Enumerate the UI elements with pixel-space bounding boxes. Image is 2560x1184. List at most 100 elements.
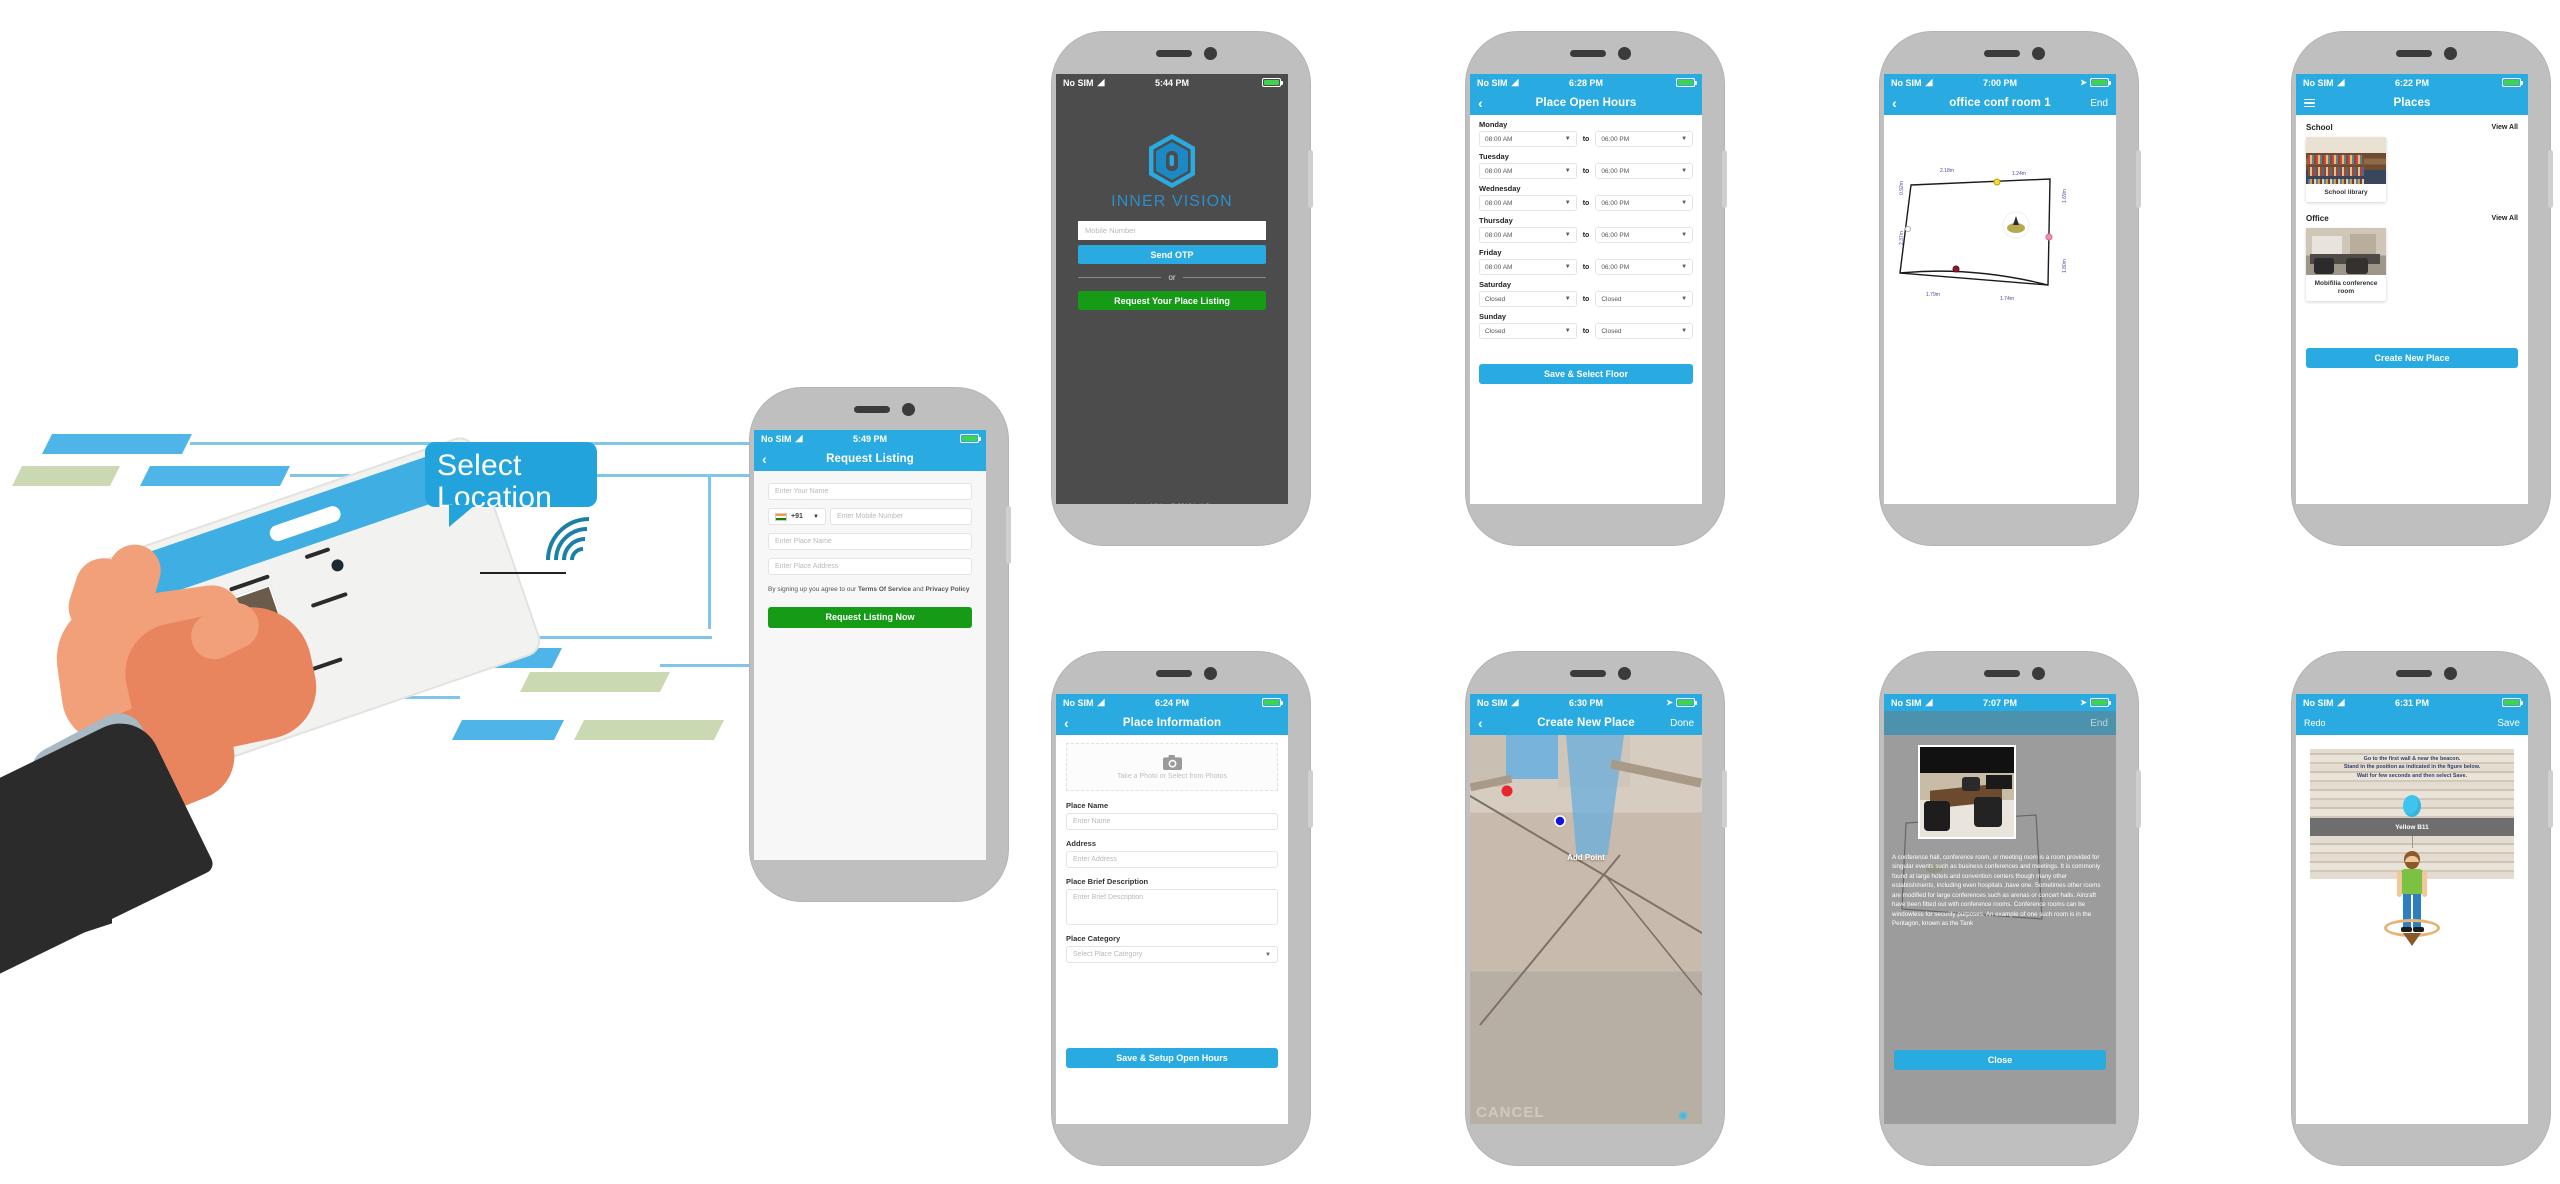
place-card[interactable]: Mobifilia conference room (2306, 228, 2386, 302)
navigation-bar: ‹ Request Listing (754, 447, 986, 471)
open-time-select[interactable]: 08:00 AM ▼ (1479, 259, 1577, 275)
to-label: to (1582, 199, 1590, 207)
phone-request-listing: No SIM ◢ 5:49 PM ‹ Request Listing Enter … (750, 388, 1011, 901)
chevron-down-icon: ▼ (1564, 296, 1571, 302)
place-card-caption: School library (2324, 189, 2368, 196)
back-icon[interactable]: ‹ (1064, 716, 1069, 730)
close-time-value: 06:00 PM (1601, 263, 1630, 271)
open-hours-row: Saturday Closed ▼ to Closed ▼ (1479, 280, 1694, 307)
close-time-select[interactable]: 06:00 PM ▼ (1595, 195, 1694, 211)
country-code-select[interactable]: +91 ▼ (768, 508, 826, 525)
place-card[interactable]: School library (2306, 137, 2386, 203)
camera-icon (1162, 754, 1182, 770)
address-placeholder: Enter Address (1073, 856, 1117, 863)
address-input[interactable]: Enter Address (1066, 851, 1278, 868)
place-name-placeholder: Enter Name (1073, 818, 1111, 825)
close-time-select[interactable]: Closed ▼ (1595, 323, 1694, 339)
cancel-watermark: CANCEL (1476, 1104, 1545, 1121)
save-setup-open-hours-button[interactable]: Save & Setup Open Hours (1066, 1048, 1278, 1068)
battery-icon (2090, 78, 2111, 87)
day-label: Thursday (1479, 216, 1513, 225)
beacon-icon (2403, 795, 2421, 817)
close-button[interactable]: Close (1894, 1050, 2106, 1070)
request-listing-button[interactable]: Request Listing Now (768, 606, 972, 628)
ar-camera-view[interactable]: Add Point CANCEL ✺ (1470, 735, 1702, 1124)
dimension-label: 1.74m (2000, 296, 2014, 302)
dimension-label: 2.18m (1940, 168, 1954, 174)
back-icon[interactable]: ‹ (1892, 96, 1897, 110)
open-time-select[interactable]: Closed ▼ (1479, 291, 1577, 307)
place-name-field[interactable]: Enter Place Name (768, 533, 972, 550)
navigation-bar: Places (2296, 91, 2528, 115)
close-time-select[interactable]: Closed ▼ (1595, 291, 1694, 307)
office-desk-photo (2306, 228, 2386, 276)
save-select-floor-button[interactable]: Save & Select Floor (1479, 364, 1693, 384)
open-time-select[interactable]: 08:00 AM ▼ (1479, 195, 1577, 211)
hexagon-logo-icon (1147, 133, 1197, 189)
section-title: Office (2306, 214, 2329, 224)
to-label: to (1582, 327, 1590, 335)
open-hours-row: Sunday Closed ▼ to Closed ▼ (1479, 312, 1694, 339)
dimension-label: 2.37m (1899, 231, 1905, 245)
canvas: Select Location No SIM ◢ 5:49 PM ‹ Reques… (0, 0, 2560, 1184)
category-select[interactable]: Select Place Category ▼ (1066, 946, 1278, 963)
location-icon: ➤ (2080, 698, 2087, 707)
terms-link[interactable]: Terms Of Service (858, 586, 911, 593)
view-all-link[interactable]: View All (2492, 124, 2518, 131)
close-time-select[interactable]: 06:00 PM ▼ (1595, 227, 1694, 243)
to-label: to (1582, 263, 1590, 271)
status-time: 6:22 PM (2394, 77, 2429, 88)
back-icon[interactable]: ‹ (762, 452, 767, 466)
navigation-bar: ‹ Create New Place Done (1470, 711, 1702, 735)
add-point-label[interactable]: Add Point (1470, 853, 1702, 862)
beacon-instruction-2: Stand in the position as indicated in th… (2343, 764, 2481, 771)
status-bar: No SIM ◢ 6:22 PM (2296, 74, 2528, 91)
photo-picker[interactable]: Take a Photo or Select from Photos (1066, 743, 1278, 791)
description-textarea[interactable]: Enter Brief Description (1066, 889, 1278, 925)
open-time-select[interactable]: 08:00 AM ▼ (1479, 163, 1577, 179)
open-time-value: Closed (1485, 327, 1506, 335)
mobile-field[interactable]: Enter Mobile Number (830, 508, 972, 525)
save-button[interactable]: Save (2497, 718, 2520, 729)
open-time-select[interactable]: 08:00 AM ▼ (1479, 227, 1577, 243)
page-title: Places (2393, 97, 2431, 109)
back-icon[interactable]: ‹ (1478, 716, 1483, 730)
end-button[interactable]: End (2090, 718, 2108, 729)
battery-icon (1676, 78, 1697, 87)
place-address-field[interactable]: Enter Place Address (768, 558, 972, 575)
mobile-number-input[interactable]: Mobile Number (1078, 221, 1266, 240)
terms-prefix: By signing up you agree to our (768, 586, 858, 593)
ar-marker-icon: ✺ (1677, 1109, 1688, 1123)
close-time-select[interactable]: 06:00 PM ▼ (1595, 259, 1694, 275)
phone-create-new-place: No SIM ◢ 6:30 PM ➤ ‹ Create New Place Don… (1466, 652, 1727, 1165)
close-time-select[interactable]: 06:00 PM ▼ (1595, 131, 1694, 147)
redo-button[interactable]: Redo (2304, 718, 2326, 728)
privacy-link[interactable]: Privacy Policy (925, 586, 969, 593)
open-time-select[interactable]: Closed ▼ (1479, 323, 1577, 339)
terms-text: By signing up you agree to our Terms Of … (768, 585, 972, 595)
place-name-input[interactable]: Enter Name (1066, 813, 1278, 830)
status-bar: No SIM ◢ 6:24 PM (1056, 694, 1288, 711)
close-time-value: Closed (1601, 295, 1622, 303)
hamburger-menu-icon[interactable] (2304, 98, 2315, 108)
back-icon[interactable]: ‹ (1478, 96, 1483, 110)
open-time-select[interactable]: 08:00 AM ▼ (1479, 131, 1577, 147)
create-new-place-button[interactable]: Create New Place (2306, 348, 2518, 368)
done-button[interactable]: Done (1670, 718, 1694, 729)
library-shelves-photo (2306, 137, 2386, 184)
day-label: Wednesday (1479, 184, 1521, 193)
battery-icon (1676, 698, 1697, 707)
beacon-setup-view: Go to the first wall & near the beacon. … (2296, 735, 2528, 1124)
close-time-select[interactable]: 06:00 PM ▼ (1595, 163, 1694, 179)
navigation-bar: End (1884, 711, 2116, 735)
end-button[interactable]: End (2090, 98, 2108, 109)
view-all-link[interactable]: View All (2492, 215, 2518, 222)
request-place-listing-button[interactable]: Request Your Place Listing (1078, 291, 1266, 310)
navigation-bar: Redo Save (2296, 711, 2528, 735)
terms-and: and (910, 586, 926, 593)
battery-icon (960, 434, 981, 443)
floor-plan-canvas[interactable]: 2.18m 1.24m 1.69m 1.80m 1.74m 1.79m 2.37… (1884, 115, 2116, 504)
name-field[interactable]: Enter Your Name (768, 483, 972, 500)
send-otp-button[interactable]: Send OTP (1078, 245, 1266, 264)
close-time-value: 06:00 PM (1601, 199, 1630, 207)
